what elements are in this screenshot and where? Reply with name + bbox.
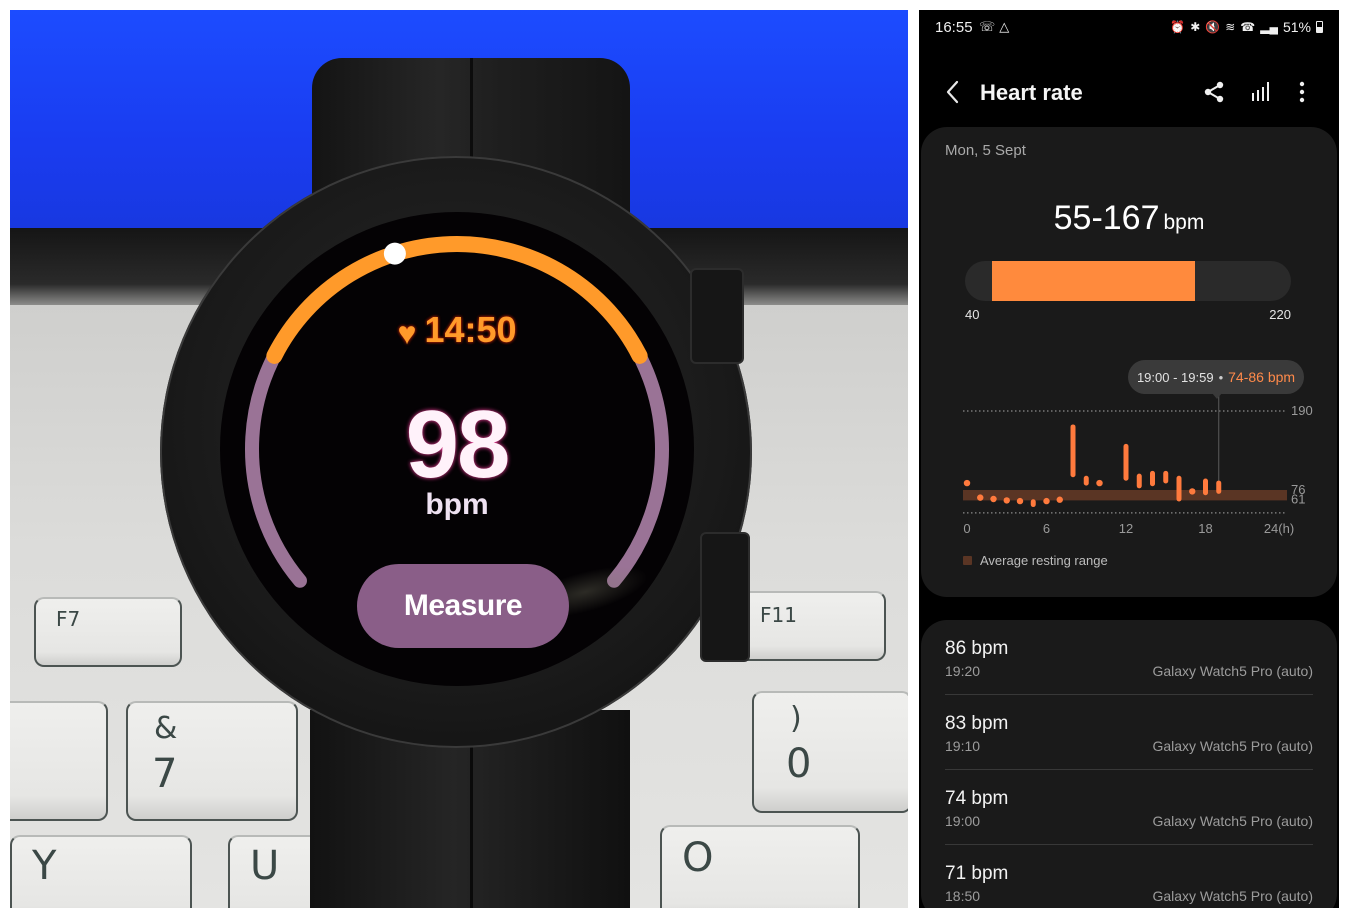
mute-icon: 🔇 xyxy=(1205,20,1221,34)
range-unit: bpm xyxy=(1163,211,1205,234)
watch-bpm-value: 98 xyxy=(405,391,511,498)
record-source: Galaxy Watch5 Pro (auto) xyxy=(1152,813,1313,829)
data-point-hour-0 xyxy=(963,479,971,487)
battery-icon xyxy=(1316,21,1323,33)
range-scale-min: 40 xyxy=(965,307,980,322)
data-point-hour-10 xyxy=(1096,479,1103,487)
watch-button-top xyxy=(690,268,744,364)
x-tick-label-0: 0 xyxy=(963,521,970,536)
key-o: O xyxy=(660,825,860,908)
trends-button[interactable] xyxy=(1247,78,1275,106)
record-row[interactable]: 83 bpm 19:10 Galaxy Watch5 Pro (auto) xyxy=(945,695,1313,770)
x-tick-label-18: 18 xyxy=(1198,521,1212,536)
date-label[interactable]: Mon, 5 Sept xyxy=(945,142,1026,159)
x-tick-label-24: 24(h) xyxy=(1264,521,1294,536)
key-y: Y xyxy=(10,835,192,908)
tooltip-pointer xyxy=(1212,393,1222,399)
record-bpm: 83 bpm xyxy=(945,713,1009,734)
y-tick-label-190: 190 xyxy=(1291,403,1313,418)
bluetooth-icon: ✱ xyxy=(1190,20,1201,34)
record-source: Galaxy Watch5 Pro (auto) xyxy=(1152,663,1313,679)
share-icon xyxy=(1204,81,1224,103)
range-value: 55-167 xyxy=(1053,199,1160,237)
watch-button-bottom xyxy=(700,532,750,662)
key-0: ) 0 xyxy=(752,691,908,813)
data-point-hour-7 xyxy=(1056,496,1063,503)
back-arrow-icon xyxy=(946,80,959,104)
more-vertical-icon xyxy=(1299,81,1305,103)
record-time: 18:50 xyxy=(945,888,981,904)
chart-icon xyxy=(1252,82,1269,101)
record-row[interactable]: 71 bpm 18:50 Galaxy Watch5 Pro (auto) xyxy=(945,845,1313,908)
record-time: 19:00 xyxy=(945,813,981,829)
legend-label: Average resting range xyxy=(980,553,1108,568)
x-tick-label-6: 6 xyxy=(1043,521,1050,536)
tooltip-time-range: 19:00 - 19:59 xyxy=(1136,369,1214,385)
measured-time: ♥ 14:50 xyxy=(397,309,517,351)
key-left-blank xyxy=(10,701,108,821)
watch-screen: ♥ 14:50 98 bpm Measure xyxy=(220,212,694,686)
data-point-hour-4 xyxy=(1016,497,1024,505)
record-bpm: 86 bpm xyxy=(945,638,1009,659)
records-card: 86 bpm 19:20 Galaxy Watch5 Pro (auto) 83… xyxy=(921,620,1337,908)
tooltip-separator: • xyxy=(1218,369,1224,385)
record-time: 19:20 xyxy=(945,663,981,679)
key-f7: F7 xyxy=(34,597,182,667)
share-button[interactable] xyxy=(1200,78,1228,106)
hourly-heart-rate-chart[interactable]: 19076610 6 12 18 24(h) xyxy=(921,387,1337,537)
key-7: & 7 xyxy=(126,701,298,821)
drive-icon: △ xyxy=(999,19,1014,34)
data-point-hour-17 xyxy=(1189,488,1196,495)
resting-range-band xyxy=(963,490,1287,501)
record-source: Galaxy Watch5 Pro (auto) xyxy=(1152,888,1313,904)
phone-screen: 16:55 ☏△ ⏰ ✱ 🔇 ≋ ☎ ▂▄ 51% Heart rate Mon… xyxy=(919,10,1339,908)
daily-summary-card: Mon, 5 Sept 55-167 bpm 40 220 190 76 61 0 6 12… xyxy=(921,127,1337,597)
record-row[interactable]: 86 bpm 19:20 Galaxy Watch5 Pro (auto) xyxy=(945,620,1313,695)
status-bar: 16:55 ☏△ ⏰ ✱ 🔇 ≋ ☎ ▂▄ 51% xyxy=(919,10,1339,48)
record-row[interactable]: 74 bpm 19:00 Galaxy Watch5 Pro (auto) xyxy=(945,770,1313,845)
y-tick-label-61: 61 xyxy=(1291,491,1305,506)
alarm-icon: ⏰ xyxy=(1170,20,1186,34)
measure-button[interactable]: Measure xyxy=(357,564,569,648)
data-point-hour-2 xyxy=(990,495,997,503)
record-bpm: 74 bpm xyxy=(945,788,1009,809)
page-title: Heart rate xyxy=(980,80,1083,105)
wifi-icon: ≋ xyxy=(1225,20,1236,34)
daily-range: 55-167 bpm xyxy=(921,199,1337,238)
back-button[interactable] xyxy=(941,78,965,106)
heart-icon: ♥ xyxy=(397,315,417,351)
chart-tooltip: 19:00 - 19:59 • 74-86 bpm xyxy=(1128,360,1304,394)
more-options-button[interactable] xyxy=(1288,78,1316,106)
legend-swatch-resting-range xyxy=(963,556,972,565)
signal-icon: ▂▄ xyxy=(1260,20,1278,34)
data-point-hour-1 xyxy=(977,494,984,501)
x-tick-label-12: 12 xyxy=(1119,521,1133,536)
wifi-call-icon: ☎ xyxy=(1240,20,1256,34)
watch-photo: F7 F11 & 7 ) 0 Y U O ♥ 14:50 98 bpm Meas… xyxy=(10,10,908,908)
gauge-indicator-dot xyxy=(383,242,406,265)
battery-percent: 51% xyxy=(1282,19,1311,35)
data-point-hour-6 xyxy=(1043,497,1050,505)
key-f11: F11 xyxy=(738,591,886,661)
status-left-icons: ☏△ xyxy=(979,19,1013,35)
range-bar-fill xyxy=(992,261,1195,301)
tooltip-value: 74-86 bpm xyxy=(1228,369,1296,385)
record-bpm: 71 bpm xyxy=(945,863,1009,884)
app-bar: Heart rate xyxy=(919,68,1339,116)
watch-bpm-unit: bpm xyxy=(425,488,489,521)
chart-legend: Average resting range xyxy=(963,553,1108,568)
data-point-hour-3 xyxy=(1003,497,1010,504)
range-scale-max: 220 xyxy=(1269,307,1291,322)
range-bar-track xyxy=(965,261,1291,301)
record-source: Galaxy Watch5 Pro (auto) xyxy=(1152,738,1313,754)
status-right-icons: ⏰ ✱ 🔇 ≋ ☎ ▂▄ 51% xyxy=(1170,19,1323,35)
status-time: 16:55 xyxy=(935,19,973,36)
record-time: 19:10 xyxy=(945,738,981,754)
whatsapp-icon: ☏ xyxy=(979,19,1000,34)
